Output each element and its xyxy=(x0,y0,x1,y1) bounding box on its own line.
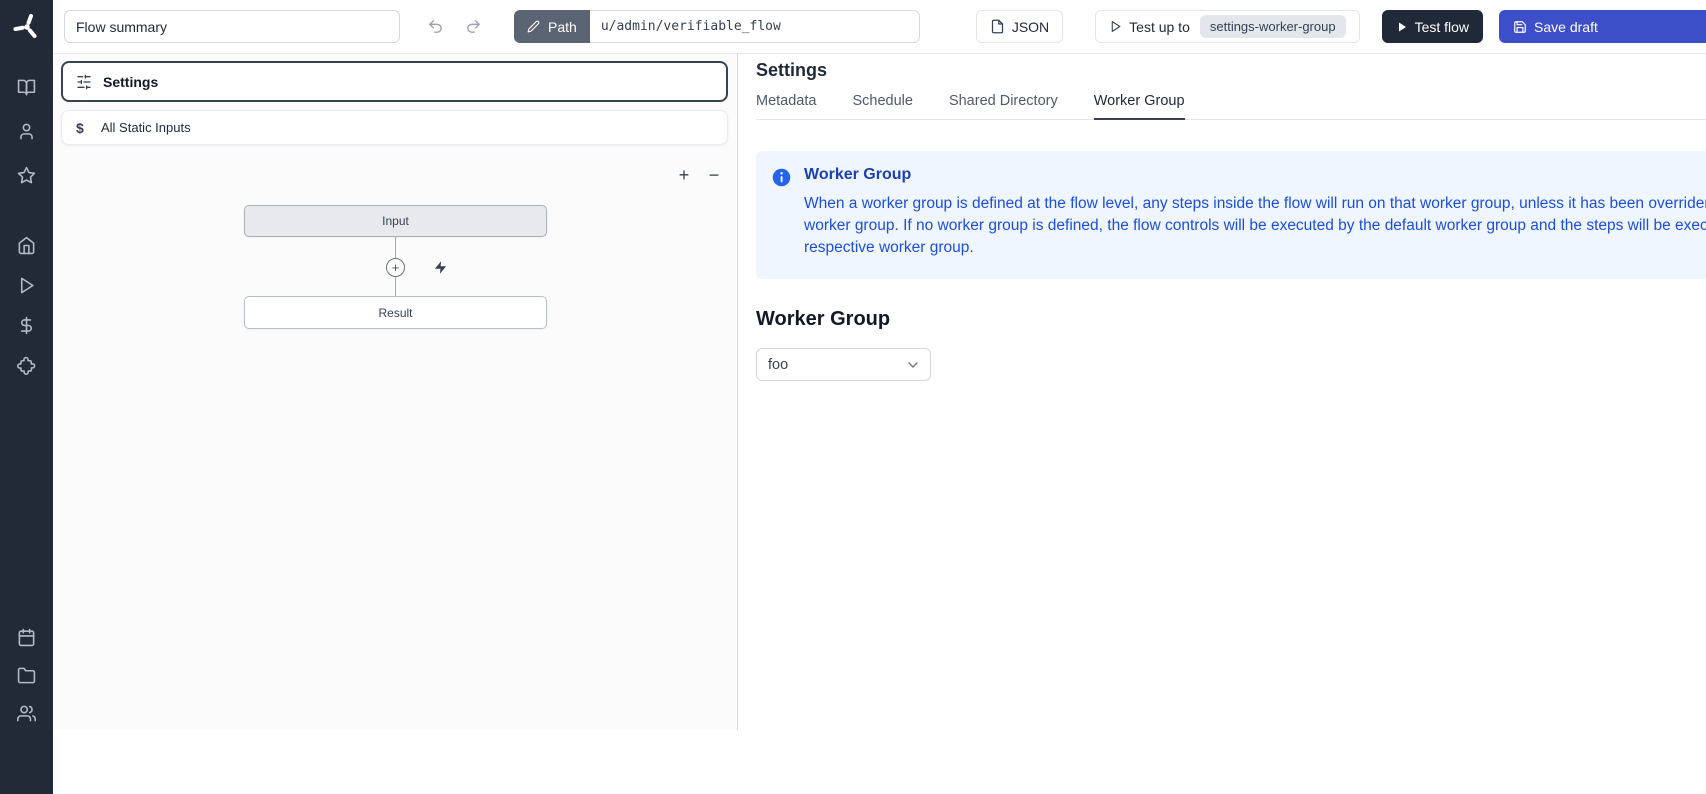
settings-tabs: Metadata Schedule Shared Directory Worke… xyxy=(756,93,1706,120)
folders-icon[interactable] xyxy=(9,660,45,690)
undo-button[interactable] xyxy=(420,12,450,42)
dollar-icon: $ xyxy=(76,120,90,136)
settings-panel-title: Settings xyxy=(756,60,1706,81)
chevron-down-icon xyxy=(905,357,921,373)
settings-panel: Settings Metadata Schedule Shared Direct… xyxy=(739,54,1706,794)
variables-dollar-icon[interactable] xyxy=(9,310,45,340)
zoom-controls: + − xyxy=(673,164,725,186)
undo-icon xyxy=(427,18,444,35)
save-draft-label: Save draft xyxy=(1534,19,1598,35)
home-icon[interactable] xyxy=(9,230,45,260)
test-up-to-target-badge: settings-worker-group xyxy=(1200,15,1346,38)
sliders-icon xyxy=(76,74,92,90)
windmill-logo[interactable] xyxy=(10,10,44,44)
plus-icon: + xyxy=(392,261,400,274)
flow-editor-app: Path JSON Test up to settings-worker-gro… xyxy=(0,0,1706,794)
json-button-label: JSON xyxy=(1012,19,1049,35)
trigger-button[interactable] xyxy=(430,257,451,278)
play-icon xyxy=(1109,20,1122,33)
edit-path-button[interactable]: Path xyxy=(514,10,590,43)
input-node-label: Input xyxy=(382,214,409,228)
save-draft-button[interactable]: Save draft xyxy=(1499,10,1706,43)
path-group: Path xyxy=(514,10,920,43)
user-icon[interactable] xyxy=(9,116,45,146)
info-content: Worker Group When a worker group is defi… xyxy=(804,166,1706,259)
test-flow-button[interactable]: Test flow xyxy=(1382,10,1483,43)
resources-puzzle-icon[interactable] xyxy=(9,350,45,380)
sidebar-group-bottom xyxy=(9,622,45,728)
json-button[interactable]: JSON xyxy=(976,10,1063,43)
result-node[interactable]: Result xyxy=(244,296,547,329)
test-up-to-label: Test up to xyxy=(1129,19,1190,35)
worker-group-selected-value: foo xyxy=(768,357,788,373)
all-static-inputs-item[interactable]: $ All Static Inputs xyxy=(61,110,728,145)
info-title: Worker Group xyxy=(804,166,1706,184)
save-disk-icon xyxy=(1513,20,1527,34)
flow-graph-panel: Settings $ All Static Inputs + − Input +… xyxy=(53,54,738,730)
result-node-label: Result xyxy=(378,306,412,320)
zoom-in-button[interactable]: + xyxy=(673,164,695,186)
input-node[interactable]: Input xyxy=(244,205,547,237)
schedules-calendar-icon[interactable] xyxy=(9,622,45,652)
star-icon[interactable] xyxy=(9,160,45,190)
zoom-out-button[interactable]: − xyxy=(703,164,725,186)
docs-book-icon[interactable] xyxy=(9,72,45,102)
file-json-icon xyxy=(990,19,1005,34)
test-flow-label: Test flow xyxy=(1415,19,1469,35)
test-up-to-button[interactable]: Test up to settings-worker-group xyxy=(1095,10,1359,43)
redo-button[interactable] xyxy=(458,12,488,42)
worker-group-info-box: Worker Group When a worker group is defi… xyxy=(756,151,1706,279)
info-body: When a worker group is defined at the fl… xyxy=(804,193,1706,259)
worker-group-select[interactable]: foo xyxy=(756,348,931,381)
flow-settings-item[interactable]: Settings xyxy=(61,61,728,102)
windmill-logo-icon xyxy=(12,12,42,42)
sidebar-group-main xyxy=(9,230,45,380)
topbar: Path JSON Test up to settings-worker-gro… xyxy=(53,0,1706,54)
play-filled-icon xyxy=(1396,21,1408,33)
path-label: Path xyxy=(548,19,577,35)
worker-group-heading: Worker Group xyxy=(756,308,1706,331)
tab-metadata[interactable]: Metadata xyxy=(756,93,816,119)
all-static-inputs-label: All Static Inputs xyxy=(101,120,191,135)
insert-step-button[interactable]: + xyxy=(386,258,405,277)
runs-play-icon[interactable] xyxy=(9,270,45,300)
redo-icon xyxy=(465,18,482,35)
sidebar-group-top xyxy=(9,72,45,190)
lightning-bolt-icon xyxy=(433,260,448,275)
flow-summary-input[interactable] xyxy=(64,10,400,43)
pencil-icon xyxy=(527,20,540,33)
tab-worker-group[interactable]: Worker Group xyxy=(1094,93,1185,120)
sidebar xyxy=(0,0,53,794)
groups-users-icon[interactable] xyxy=(9,698,45,728)
info-icon xyxy=(771,167,792,259)
flow-settings-label: Settings xyxy=(103,74,158,90)
tab-shared-directory[interactable]: Shared Directory xyxy=(949,93,1058,119)
path-input[interactable] xyxy=(590,10,920,43)
tab-schedule[interactable]: Schedule xyxy=(852,93,912,119)
